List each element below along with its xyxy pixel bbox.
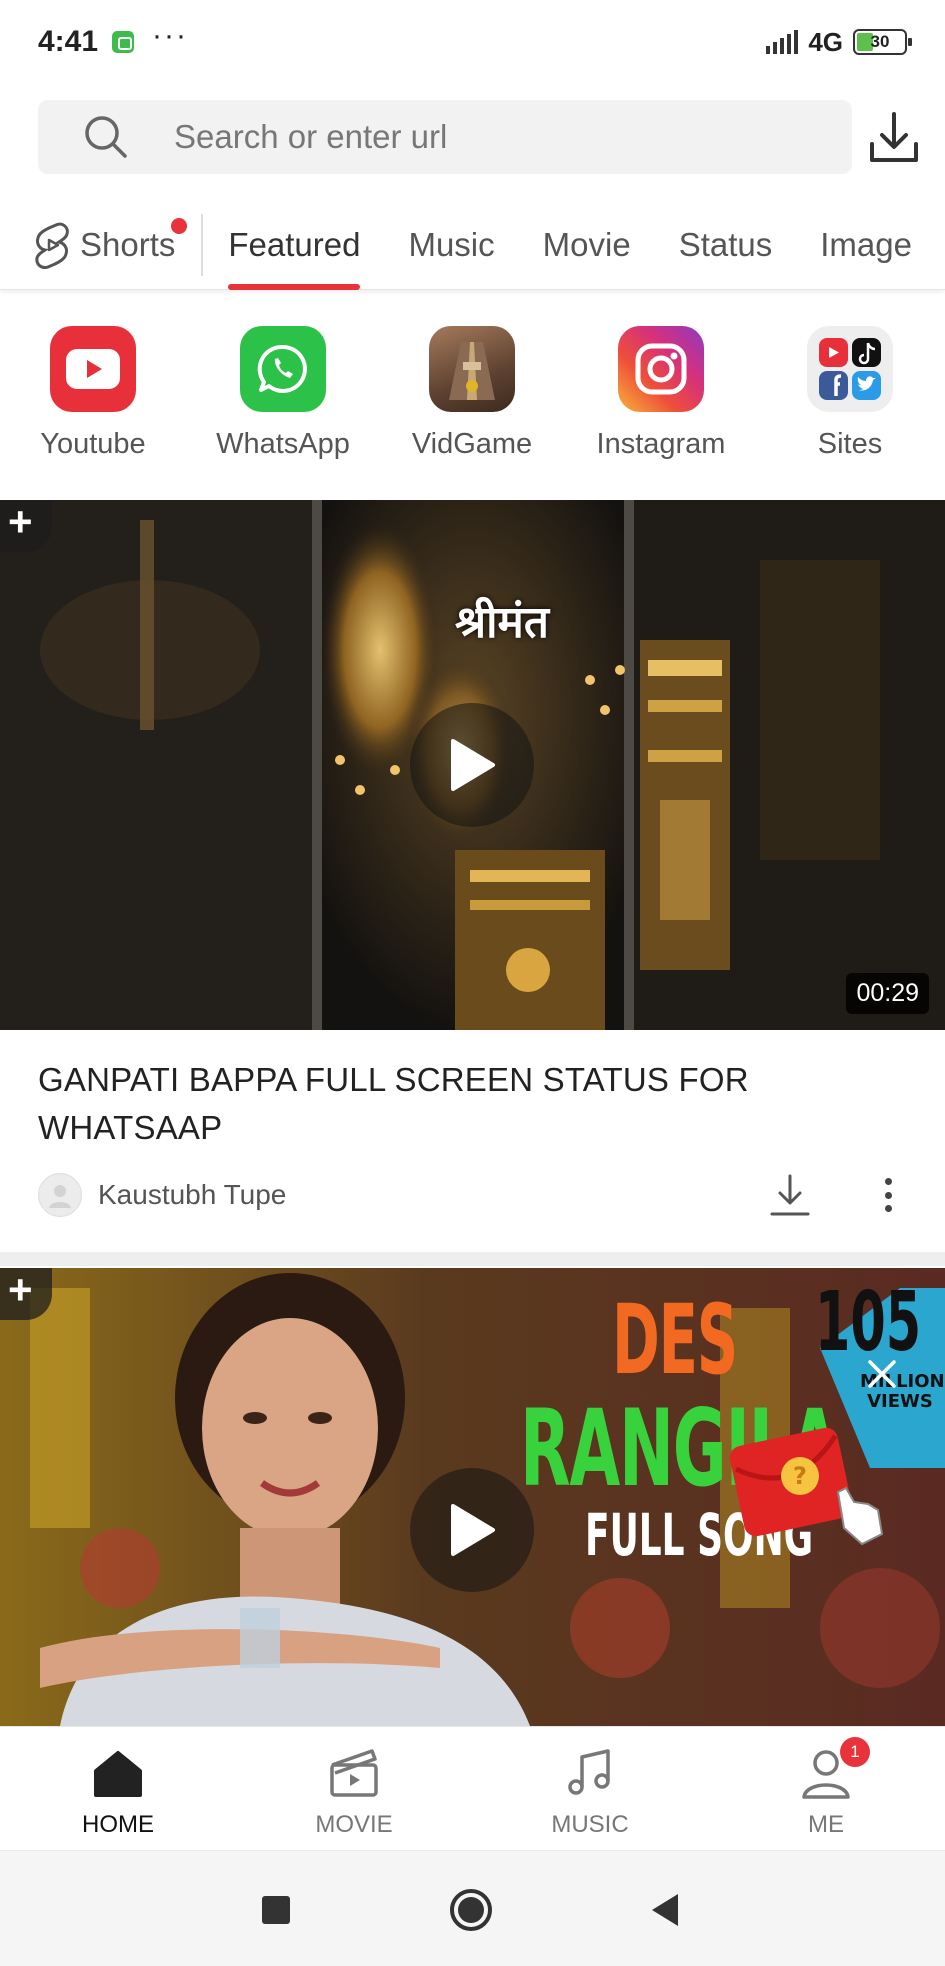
notification-badge: 1 bbox=[840, 1737, 870, 1767]
sites-icon bbox=[807, 326, 893, 412]
avatar-icon bbox=[49, 1185, 71, 1208]
instagram-icon bbox=[618, 326, 704, 412]
movie-icon bbox=[330, 1749, 378, 1797]
more-options-icon[interactable] bbox=[878, 1174, 898, 1216]
search-input[interactable]: Search or enter url bbox=[38, 100, 852, 174]
battery-icon: 30 bbox=[853, 29, 912, 55]
card-separator bbox=[0, 1252, 945, 1266]
notification-dot bbox=[171, 217, 188, 234]
vidgame-icon bbox=[429, 326, 515, 412]
shorts-icon bbox=[35, 222, 69, 269]
app-label: Youtube bbox=[40, 428, 146, 460]
play-icon bbox=[451, 1504, 495, 1556]
thumbnail-text: श्रीमंत bbox=[455, 597, 549, 648]
download-icon[interactable] bbox=[866, 108, 922, 168]
search-row: Search or enter url bbox=[0, 100, 945, 176]
quick-apps: Youtube WhatsApp VidGame Instagram Sites bbox=[0, 326, 945, 476]
back-button[interactable] bbox=[652, 1894, 678, 1926]
status-bar: 4:41 ··· 4G 30 bbox=[0, 0, 945, 84]
category-tabs: Shorts Featured Music Movie Status Image bbox=[0, 200, 945, 290]
video-title[interactable]: GANPATI BAPPA FULL SCREEN STATUS FOR WHA… bbox=[38, 1056, 898, 1152]
add-button[interactable]: + bbox=[0, 500, 52, 552]
music-icon bbox=[568, 1749, 610, 1795]
signal-icon bbox=[766, 30, 799, 54]
youtube-icon bbox=[50, 326, 136, 412]
avatar[interactable] bbox=[38, 1173, 82, 1217]
notification-app-icon bbox=[112, 31, 135, 53]
app-instagram[interactable]: Instagram bbox=[576, 326, 746, 461]
tab-status[interactable]: Status bbox=[679, 200, 773, 290]
app-youtube[interactable]: Youtube bbox=[8, 326, 178, 461]
bottom-navigation: HOME MOVIE MUSIC ME 1 bbox=[0, 1726, 945, 1850]
home-icon bbox=[94, 1751, 142, 1797]
play-button[interactable] bbox=[410, 1468, 534, 1592]
nav-home[interactable]: HOME bbox=[0, 1727, 236, 1850]
close-icon[interactable] bbox=[862, 1354, 902, 1394]
home-button[interactable] bbox=[450, 1889, 492, 1931]
thumbnail-text: DES bbox=[612, 1284, 738, 1396]
play-icon bbox=[451, 739, 495, 791]
video-thumbnail[interactable]: DES RANGILA FULL SONG 105 MILLION+ VIEWS… bbox=[0, 1268, 945, 1726]
tab-music[interactable]: Music bbox=[408, 200, 494, 290]
tab-shorts[interactable]: Shorts bbox=[0, 213, 204, 276]
app-sites[interactable]: Sites bbox=[765, 326, 935, 461]
add-button[interactable]: + bbox=[0, 1268, 52, 1320]
system-navigation-bar bbox=[0, 1850, 945, 1966]
channel-row: Kaustubh Tupe bbox=[38, 1170, 908, 1220]
nav-movie[interactable]: MOVIE bbox=[236, 1727, 472, 1850]
nav-label: MOVIE bbox=[315, 1811, 393, 1838]
app-whatsapp[interactable]: WhatsApp bbox=[198, 326, 368, 461]
app-vidgame[interactable]: VidGame bbox=[387, 326, 557, 461]
nav-label: HOME bbox=[82, 1811, 154, 1838]
network-type: 4G bbox=[808, 26, 843, 57]
whatsapp-icon bbox=[240, 326, 326, 412]
video-thumbnail[interactable]: श्रीमंत + 00:29 bbox=[0, 500, 945, 1030]
download-icon[interactable] bbox=[768, 1172, 812, 1218]
tab-movie[interactable]: Movie bbox=[543, 200, 631, 290]
play-button[interactable] bbox=[410, 703, 534, 827]
tab-featured[interactable]: Featured bbox=[228, 200, 361, 290]
nav-me[interactable]: ME 1 bbox=[708, 1727, 944, 1850]
status-time: 4:41 bbox=[38, 25, 99, 58]
search-icon bbox=[85, 116, 127, 158]
nav-music[interactable]: MUSIC bbox=[472, 1727, 708, 1850]
more-notifications-icon: ··· bbox=[152, 19, 189, 52]
channel-name[interactable]: Kaustubh Tupe bbox=[98, 1179, 286, 1211]
recent-apps-button[interactable] bbox=[262, 1896, 290, 1924]
red-envelope-icon[interactable]: ? bbox=[726, 1418, 886, 1548]
app-label: Instagram bbox=[596, 428, 726, 460]
nav-label: MUSIC bbox=[551, 1811, 629, 1838]
views-badge-number: 105 bbox=[815, 1275, 922, 1370]
app-label: WhatsApp bbox=[216, 428, 350, 460]
nav-label: ME bbox=[808, 1811, 844, 1838]
battery-level: 30 bbox=[870, 32, 890, 51]
tab-label-shorts: Shorts bbox=[80, 225, 176, 263]
svg-text:?: ? bbox=[793, 1462, 807, 1490]
video-duration: 00:29 bbox=[846, 973, 929, 1014]
app-label: Sites bbox=[817, 428, 883, 460]
search-placeholder: Search or enter url bbox=[174, 118, 448, 155]
tab-image[interactable]: Image bbox=[820, 200, 912, 290]
app-label: VidGame bbox=[411, 428, 533, 460]
